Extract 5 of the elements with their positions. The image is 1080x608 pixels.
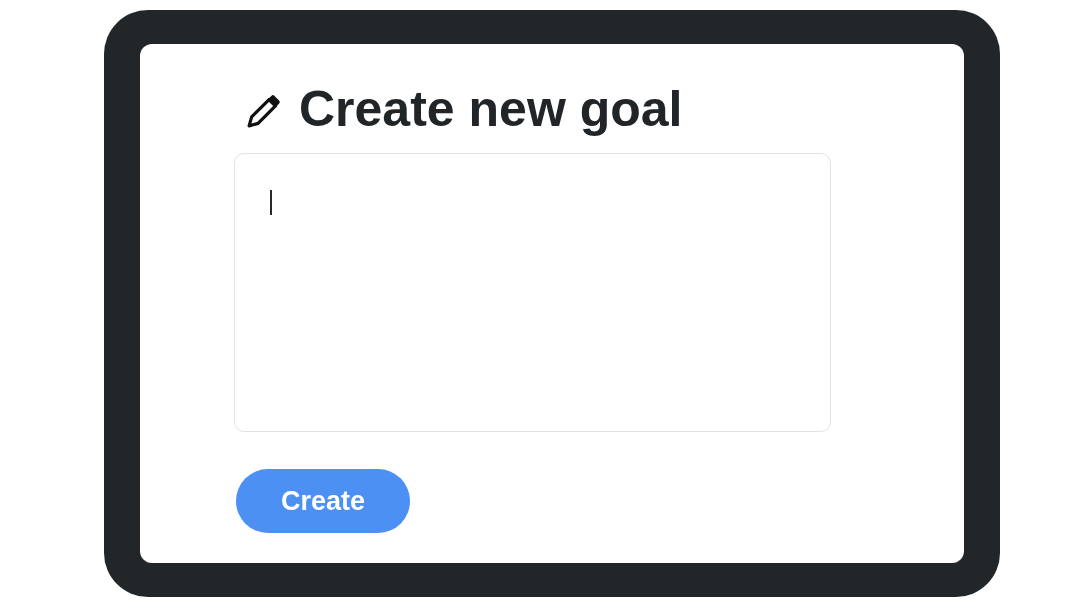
text-cursor-icon — [270, 190, 272, 215]
goal-text-area[interactable] — [234, 153, 831, 432]
page-title: Create new goal — [299, 80, 683, 139]
create-button[interactable]: Create — [236, 469, 410, 533]
pencil-icon — [247, 92, 282, 128]
